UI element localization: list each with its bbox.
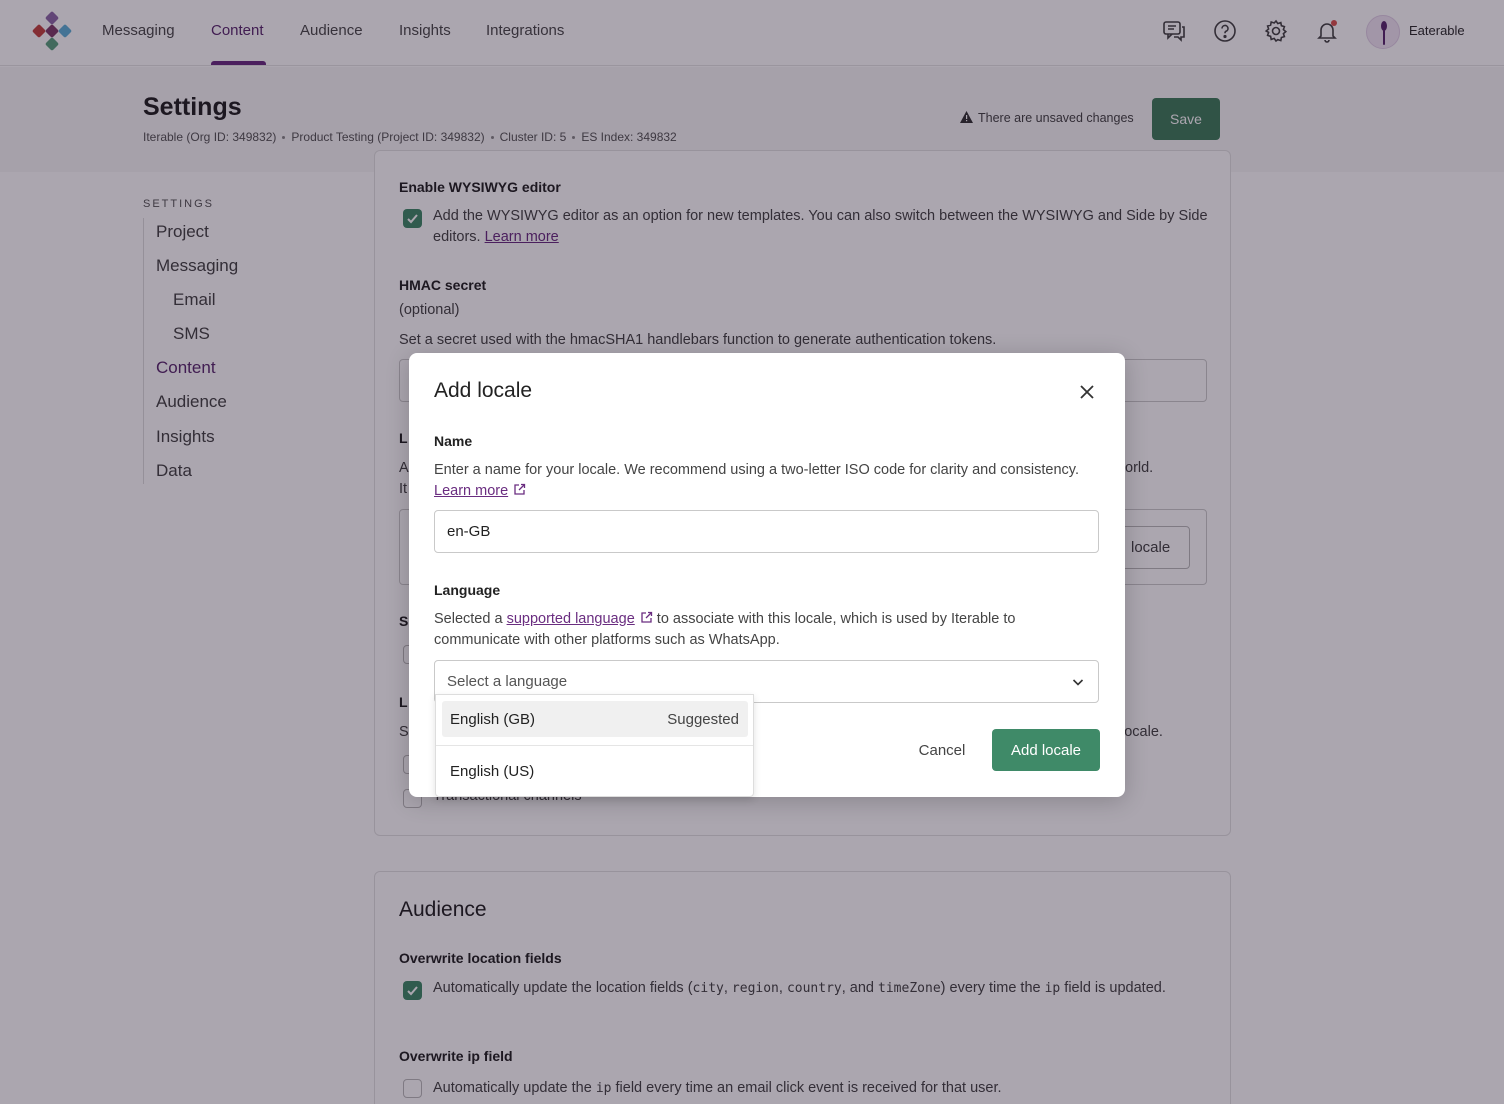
close-icon[interactable] <box>1076 381 1098 403</box>
name-help-text: Enter a name for your locale. We recomme… <box>434 462 1080 499</box>
cancel-button[interactable]: Cancel <box>902 729 982 771</box>
locale-name-input[interactable] <box>434 510 1099 553</box>
language-label: Language <box>434 582 501 598</box>
supported-language-link[interactable]: supported language <box>507 611 635 627</box>
external-link-icon[interactable] <box>513 483 526 496</box>
language-dropdown-menu: English (GB) Suggested English (US) <box>435 694 754 797</box>
name-learn-more-link[interactable]: Learn more <box>434 483 508 499</box>
dropdown-divider <box>436 745 753 746</box>
language-help-text: Selected a supported language to associa… <box>434 611 1016 648</box>
language-select-placeholder: Select a language <box>447 673 568 690</box>
language-option-english-gb[interactable]: English (GB) Suggested <box>442 701 748 737</box>
add-locale-button[interactable]: Add locale <box>992 729 1100 771</box>
option-label: English (GB) <box>450 711 536 728</box>
external-link-icon[interactable] <box>640 611 653 624</box>
modal-title: Add locale <box>434 379 533 402</box>
name-label: Name <box>434 433 473 449</box>
option-label: English (US) <box>450 763 535 780</box>
suggested-badge: Suggested <box>667 711 739 728</box>
language-option-english-us[interactable]: English (US) <box>442 753 748 789</box>
chevron-down-icon <box>1072 679 1084 686</box>
